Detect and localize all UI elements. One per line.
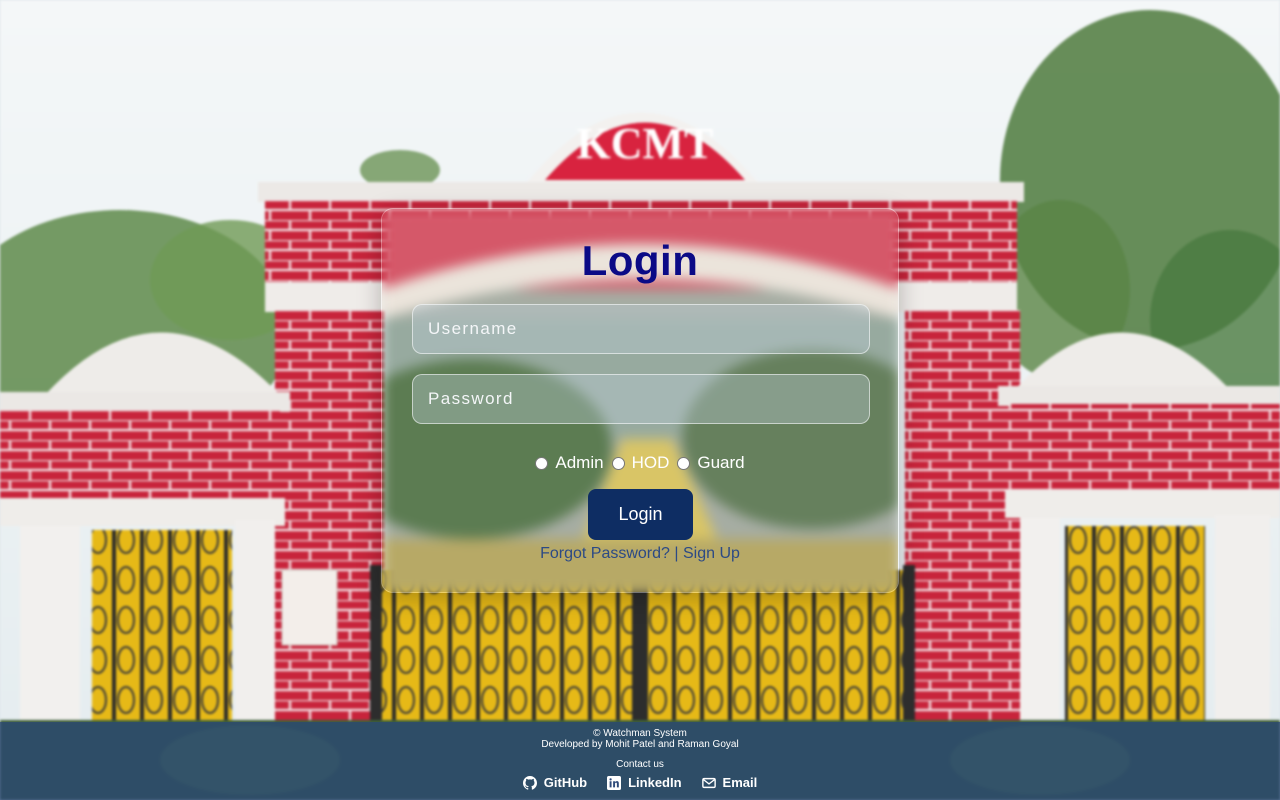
footer-social-links: GitHub LinkedIn Email xyxy=(0,775,1280,790)
role-admin-option[interactable]: Admin xyxy=(535,453,604,473)
login-card: Login Admin HOD Guard Login Forgot Passw… xyxy=(381,208,899,593)
role-hod-label: HOD xyxy=(631,453,670,472)
role-guard-radio[interactable] xyxy=(677,456,691,470)
github-icon xyxy=(522,775,537,790)
auth-links: Forgot Password? | Sign Up xyxy=(382,545,898,563)
linkedin-link-label: LinkedIn xyxy=(628,775,682,790)
role-hod-radio[interactable] xyxy=(611,456,625,470)
link-separator: | xyxy=(674,545,679,562)
login-title: Login xyxy=(581,237,699,284)
role-guard-label: Guard xyxy=(697,453,745,472)
username-input[interactable] xyxy=(412,304,870,354)
footer-contact-heading: Contact us xyxy=(616,759,664,770)
email-link-label: Email xyxy=(722,775,758,790)
role-radio-group: Admin HOD Guard xyxy=(382,453,898,473)
role-hod-option[interactable]: HOD xyxy=(611,453,670,473)
github-link-label: GitHub xyxy=(543,775,588,790)
linkedin-icon xyxy=(607,775,622,790)
envelope-icon xyxy=(701,777,716,788)
email-link[interactable]: Email xyxy=(701,775,758,790)
footer-developers: Developed by Mohit Patel and Raman Goyal xyxy=(541,739,739,750)
forgot-password-link[interactable]: Forgot Password? xyxy=(540,545,670,562)
github-link[interactable]: GitHub xyxy=(522,775,588,790)
linkedin-link[interactable]: LinkedIn xyxy=(607,775,682,790)
sign-up-link[interactable]: Sign Up xyxy=(683,545,740,562)
footer-copyright: © Watchman System xyxy=(593,728,687,739)
role-admin-radio[interactable] xyxy=(535,456,549,470)
login-button[interactable]: Login xyxy=(588,489,693,540)
gate-sign-text: KCMT xyxy=(577,119,714,168)
footer: © Watchman System Developed by Mohit Pat… xyxy=(0,722,1280,800)
role-guard-option[interactable]: Guard xyxy=(677,453,745,473)
password-input[interactable] xyxy=(412,374,870,424)
role-admin-label: Admin xyxy=(555,453,604,472)
